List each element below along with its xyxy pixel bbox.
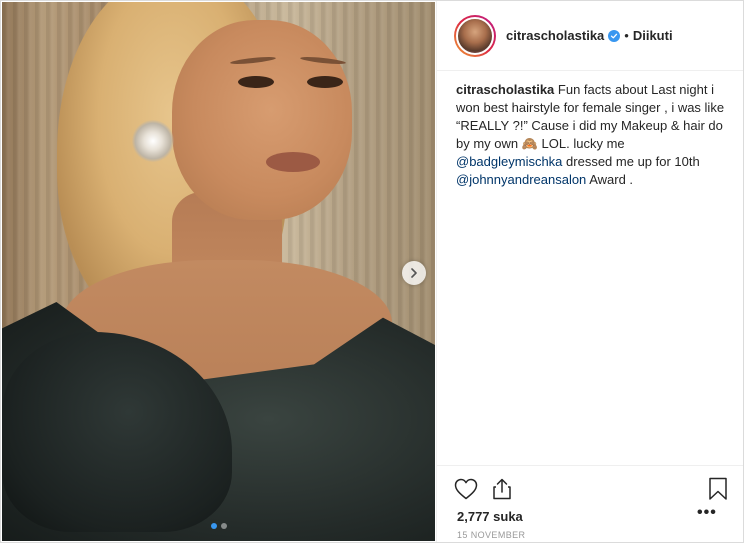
bookmark-outline-icon (709, 477, 727, 500)
post-side-panel: citrascholastika • Diikuti citrascholast… (436, 1, 743, 542)
action-row (453, 476, 729, 502)
post-actions: 2,777 suka ••• 15 NOVEMBER (437, 465, 743, 540)
caption-text: dressed me up for 10th (562, 154, 700, 169)
story-ring[interactable] (454, 14, 496, 57)
verified-badge-icon (608, 29, 621, 42)
share-upload-icon (493, 478, 511, 500)
heart-outline-icon (454, 478, 478, 500)
carousel-next-button[interactable] (402, 261, 426, 285)
face (172, 20, 352, 220)
post-caption: citrascholastika Fun facts about Last ni… (456, 81, 726, 189)
mention-link[interactable]: @badgleymischka (456, 154, 562, 169)
chevron-right-icon (411, 268, 417, 278)
lips (266, 152, 320, 172)
post-photo[interactable] (2, 2, 435, 541)
carousel-indicator (211, 523, 227, 529)
right-eye (307, 76, 343, 88)
likes-count[interactable]: 2,777 suka (457, 509, 523, 524)
header-username[interactable]: citrascholastika (506, 28, 604, 43)
follow-status-button[interactable]: Diikuti (633, 28, 673, 43)
caption-username[interactable]: citrascholastika (456, 82, 554, 97)
caption-text: Award . (586, 172, 634, 187)
share-button[interactable] (489, 476, 515, 502)
earring (132, 120, 174, 162)
caption-emoji: 🙈 (521, 136, 538, 151)
carousel-dot-active (211, 523, 217, 529)
like-button[interactable] (453, 476, 479, 502)
header-separator: • (624, 28, 629, 43)
more-options-button[interactable]: ••• (697, 504, 717, 522)
caption-text: LOL. lucky me (537, 136, 625, 151)
save-button[interactable] (705, 476, 731, 502)
left-eye (238, 76, 274, 88)
avatar[interactable] (456, 16, 494, 55)
carousel-dot (221, 523, 227, 529)
post-header: citrascholastika • Diikuti (437, 1, 743, 71)
mention-link[interactable]: @johnnyandreansalon (456, 172, 586, 187)
post-date: 15 NOVEMBER (457, 530, 526, 540)
